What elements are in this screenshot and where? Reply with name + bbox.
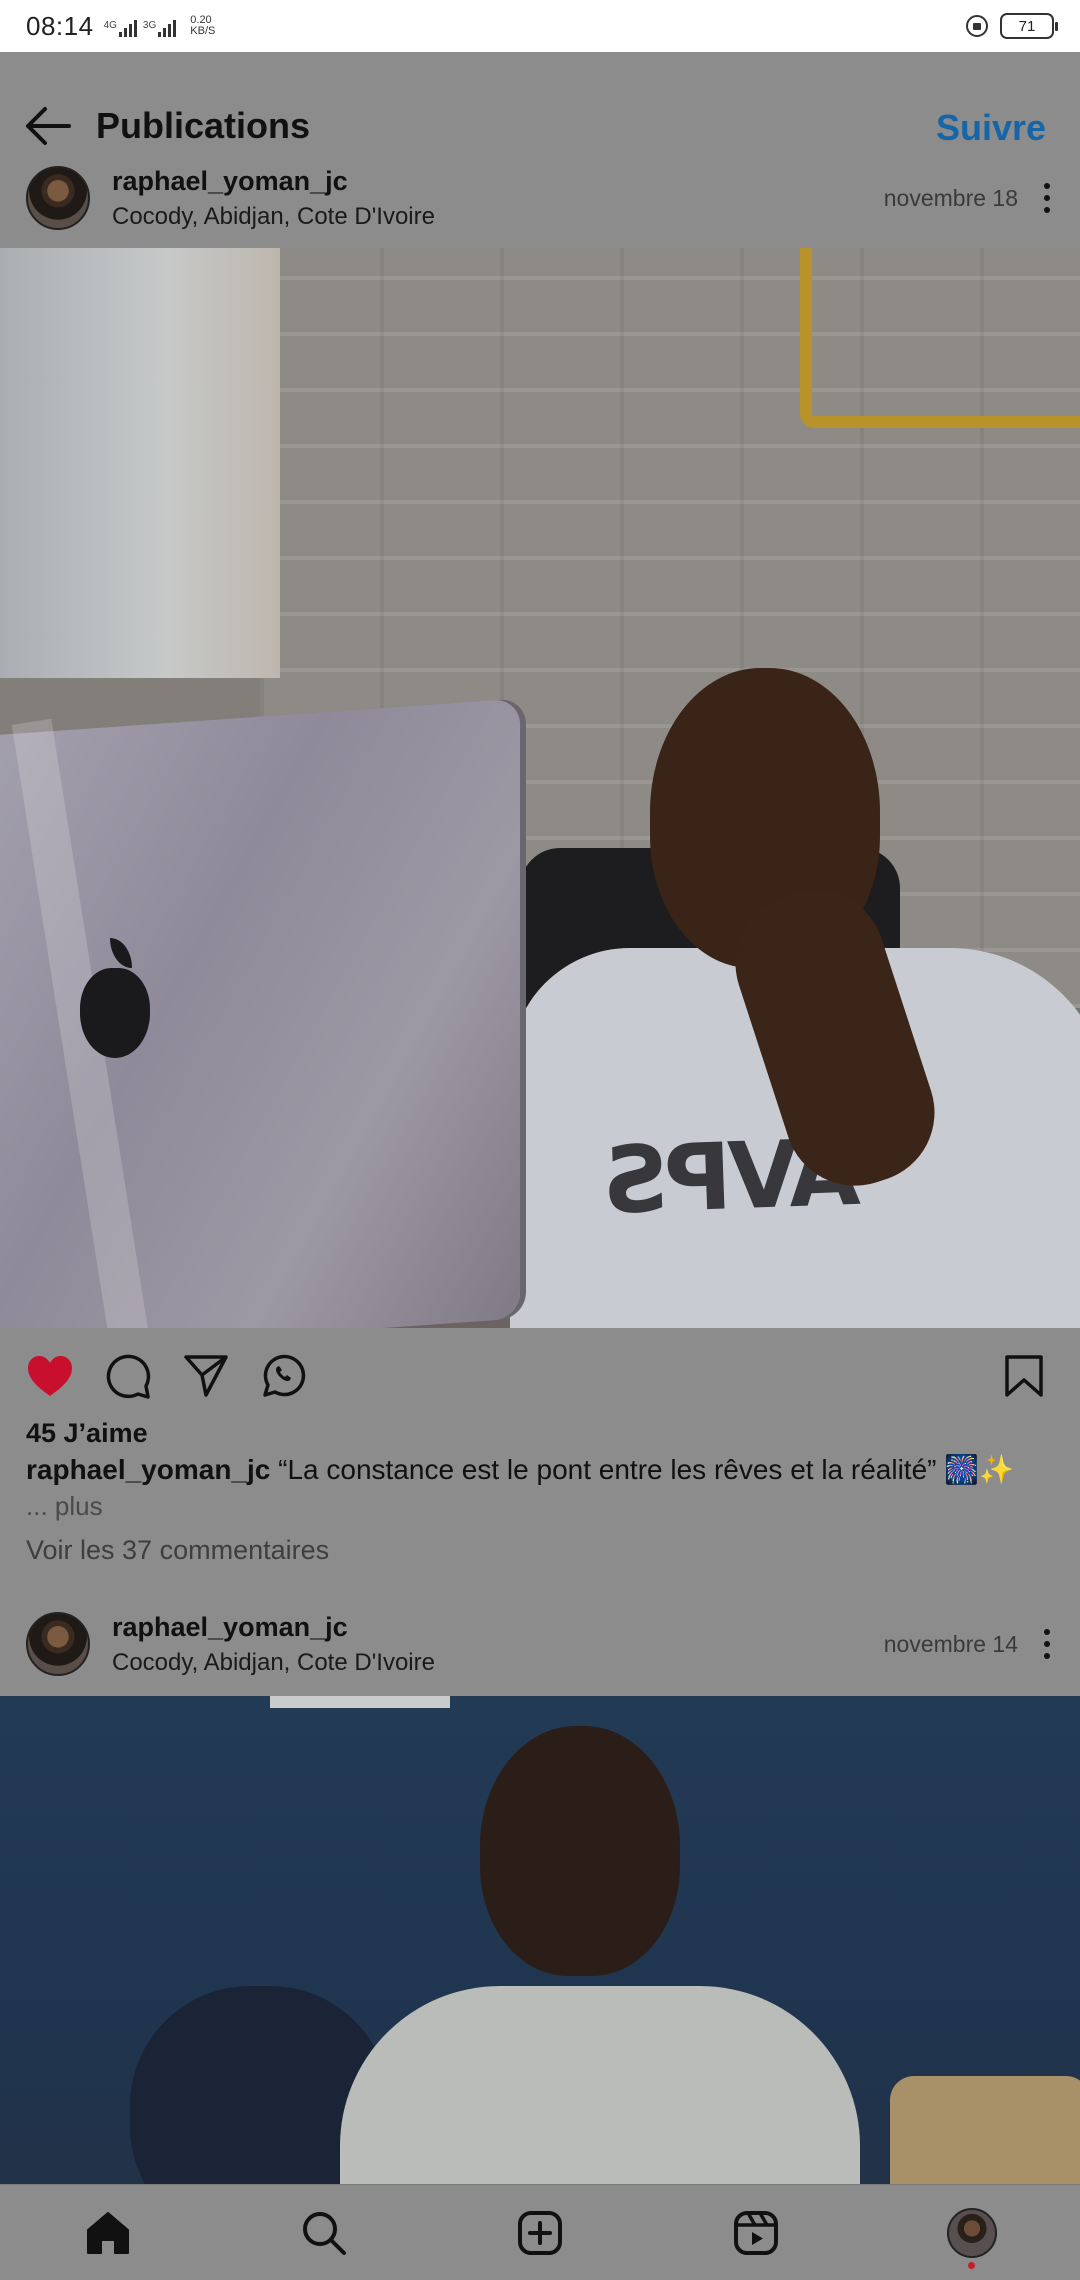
whatsapp-icon (263, 1354, 306, 1397)
save-button[interactable] (998, 1350, 1050, 1402)
rotation-lock-icon (966, 15, 988, 37)
post-author-info: raphael_yoman_jc Cocody, Abidjan, Cote D… (112, 166, 435, 231)
profile-avatar (947, 2207, 997, 2258)
post-username[interactable]: raphael_yoman_jc (112, 166, 435, 197)
post-header: raphael_yoman_jc Cocody, Abidjan, Cote D… (0, 148, 1080, 248)
caption-text: “La constance est le pont entre les rêve… (278, 1454, 1014, 1485)
post-more-button[interactable] (1040, 1623, 1054, 1665)
post-author-info: raphael_yoman_jc Cocody, Abidjan, Cote D… (112, 1612, 435, 1677)
like-button[interactable] (24, 1350, 76, 1402)
nav-search[interactable] (292, 2201, 356, 2265)
send-icon (184, 1355, 228, 1397)
more-vertical-icon (1044, 1629, 1050, 1659)
post-header: raphael_yoman_jc Cocody, Abidjan, Cote D… (0, 1594, 1080, 1694)
post-actions (0, 1328, 1080, 1424)
photo-frame (800, 248, 1080, 428)
post-caption: raphael_yoman_jc “La constance est le po… (26, 1453, 1056, 1486)
caption-username[interactable]: raphael_yoman_jc (26, 1454, 270, 1485)
post-location[interactable]: Cocody, Abidjan, Cote D'Ivoire (112, 203, 435, 231)
photo-pillow (890, 2076, 1080, 2184)
like-count[interactable]: 45 J’aime (26, 1418, 148, 1449)
arrow-left-icon (26, 107, 71, 145)
nav-home[interactable] (76, 2201, 140, 2265)
post-more-button[interactable] (1040, 177, 1054, 219)
avatar[interactable] (26, 1612, 90, 1676)
avatar[interactable] (26, 166, 90, 230)
bookmark-icon (1005, 1355, 1043, 1397)
signal-indicators: 4G 3G 0.20 KB/S (103, 15, 215, 37)
post-username[interactable]: raphael_yoman_jc (112, 1612, 435, 1643)
reels-icon (734, 2210, 778, 2255)
nav-add-post[interactable] (508, 2201, 572, 2265)
bottom-navigation (0, 2184, 1080, 2280)
post-location[interactable]: Cocody, Abidjan, Cote D'Ivoire (112, 1649, 435, 1677)
follow-button[interactable]: Suivre (926, 101, 1056, 155)
network-type-1: 4G (103, 20, 117, 31)
share-button[interactable] (180, 1350, 232, 1402)
network-speed: 0.20 KB/S (190, 15, 215, 37)
status-time: 08:14 (26, 10, 94, 41)
status-bar: 08:14 4G 3G 0.20 KB/S 71 (0, 0, 1080, 52)
notification-dot (968, 2261, 975, 2269)
post-date: novembre 18 (883, 184, 1018, 211)
signal-bars-icon (118, 19, 137, 37)
network-speed-unit: KB/S (190, 25, 216, 37)
view-comments-link[interactable]: Voir les 37 commentaires (26, 1535, 329, 1566)
search-icon (303, 2211, 346, 2255)
add-post-icon (518, 2210, 562, 2255)
post-photo[interactable]: AVPS (0, 248, 1080, 1328)
post-date: novembre 14 (883, 1630, 1018, 1657)
more-vertical-icon (1044, 183, 1050, 213)
nav-profile[interactable] (940, 2201, 1004, 2269)
back-button[interactable] (24, 102, 72, 150)
home-icon (87, 2211, 129, 2254)
battery-indicator: 71 (1000, 13, 1058, 39)
photo-paper (270, 1696, 450, 1708)
photo-shirt (340, 1986, 860, 2184)
comment-button[interactable] (102, 1350, 154, 1402)
whatsapp-button[interactable] (258, 1350, 310, 1402)
photo-person-head (480, 1726, 680, 1976)
apple-logo-icon (80, 968, 150, 1058)
status-right: 71 (966, 13, 1058, 39)
heart-icon (28, 1356, 72, 1396)
network-type-2: 3G (142, 20, 157, 31)
photo-window (0, 248, 280, 678)
comment-icon (106, 1354, 151, 1399)
post-photo[interactable] (0, 1696, 1080, 2184)
nav-reels[interactable] (724, 2201, 788, 2265)
signal-bars-icon (158, 19, 177, 37)
page-title: Publications (96, 105, 311, 146)
caption-more-link[interactable]: ... plus (26, 1491, 103, 1522)
